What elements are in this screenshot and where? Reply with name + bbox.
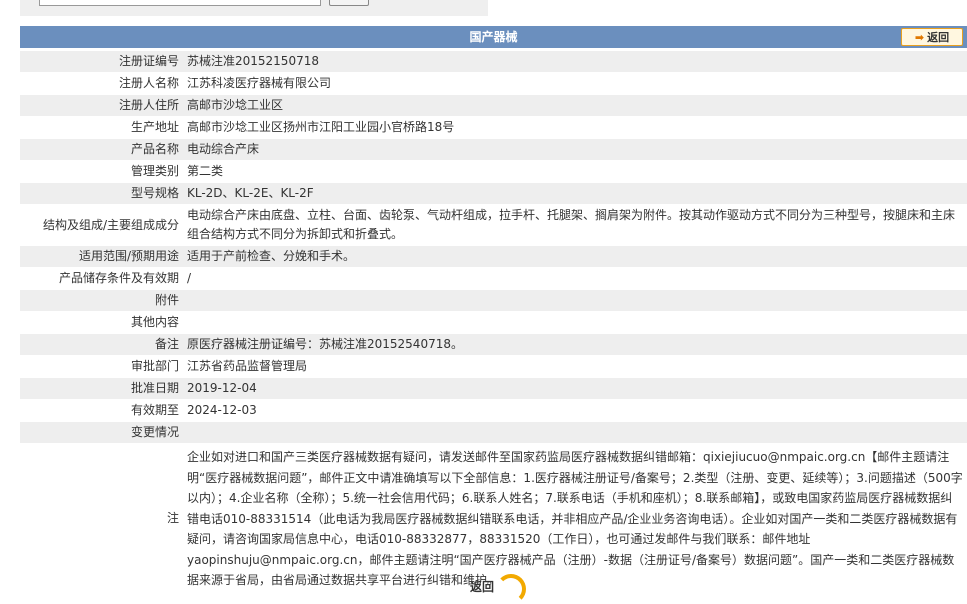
- field-value: [183, 422, 967, 443]
- back-button[interactable]: ➡ 返回: [901, 28, 963, 46]
- field-label: 生产地址: [20, 117, 183, 138]
- field-value: 2019-12-04: [183, 378, 967, 399]
- search-bar: [20, 0, 488, 16]
- table-row: 注册证编号 苏械注准20152150718: [20, 51, 967, 72]
- table-row: 其他内容: [20, 312, 967, 333]
- notes-text: 企业如对进口和国产三类医疗器械数据有疑问，请发送邮件至国家药监局医疗器械数据纠错…: [183, 444, 967, 594]
- bottom-back-label: 返回: [470, 580, 495, 594]
- table-row: 备注 原医疗器械注册证编号：苏械注准20152540718。: [20, 334, 967, 355]
- back-button-label: 返回: [927, 31, 950, 44]
- table-row: 变更情况: [20, 422, 967, 443]
- table-row: 审批部门 江苏省药品监督管理局: [20, 356, 967, 377]
- field-value: /: [183, 268, 967, 289]
- query-button[interactable]: [329, 0, 369, 6]
- field-label: 注册人名称: [20, 73, 183, 94]
- table-row: 注册人住所 高邮市沙埝工业区: [20, 95, 967, 116]
- field-value: 原医疗器械注册证编号：苏械注准20152540718。: [183, 334, 967, 355]
- table-row: 型号规格 KL-2D、KL-2E、KL-2F: [20, 183, 967, 204]
- field-value: [183, 290, 967, 311]
- field-value: 第二类: [183, 161, 967, 182]
- field-label: 有效期至: [20, 400, 183, 421]
- table-row: 附件: [20, 290, 967, 311]
- field-label: 型号规格: [20, 183, 183, 204]
- field-value: 电动综合产床: [183, 139, 967, 160]
- field-value: 高邮市沙埝工业区扬州市江阳工业园小官桥路18号: [183, 117, 967, 138]
- loading-ring-icon: [496, 574, 526, 604]
- table-row: 产品储存条件及有效期 /: [20, 268, 967, 289]
- field-value: 适用于产前检查、分娩和手术。: [183, 246, 967, 267]
- section-title: 国产器械: [469, 30, 518, 44]
- table-row: 批准日期 2019-12-04: [20, 378, 967, 399]
- field-value: 苏械注准20152150718: [183, 51, 967, 72]
- field-value: 高邮市沙埝工业区: [183, 95, 967, 116]
- table-row-notes: 注企业如对进口和国产三类医疗器械数据有疑问，请发送邮件至国家药监局医疗器械数据纠…: [20, 444, 967, 594]
- field-label: 附件: [20, 290, 183, 311]
- search-input[interactable]: [39, 0, 321, 6]
- field-value: 江苏科凌医疗器械有限公司: [183, 73, 967, 94]
- field-label: 注册证编号: [20, 51, 183, 72]
- field-label: 产品储存条件及有效期: [20, 268, 183, 289]
- notes-label: 注: [20, 444, 183, 594]
- field-label: 变更情况: [20, 422, 183, 443]
- field-label: 产品名称: [20, 139, 183, 160]
- table-row: 有效期至 2024-12-03: [20, 400, 967, 421]
- field-label: 结构及组成/主要组成成分: [20, 205, 183, 245]
- field-value: [183, 312, 967, 333]
- field-value: 江苏省药品监督管理局: [183, 356, 967, 377]
- field-label: 其他内容: [20, 312, 183, 333]
- section-header: 国产器械 ➡ 返回: [20, 26, 967, 48]
- field-label: 注册人住所: [20, 95, 183, 116]
- field-value: 电动综合产床由底盘、立柱、台面、齿轮泵、气动杆组成，拉手杆、托腿架、搁肩架为附件…: [183, 205, 967, 245]
- field-label: 备注: [20, 334, 183, 355]
- table-row: 结构及组成/主要组成成分 电动综合产床由底盘、立柱、台面、齿轮泵、气动杆组成，拉手…: [20, 205, 967, 245]
- table-row: 管理类别 第二类: [20, 161, 967, 182]
- bottom-back-button[interactable]: 返回: [470, 574, 526, 604]
- field-value: KL-2D、KL-2E、KL-2F: [183, 183, 967, 204]
- detail-table: 注册证编号 苏械注准20152150718 注册人名称 江苏科凌医疗器械有限公司 注册人…: [20, 50, 967, 595]
- field-label: 适用范围/预期用途: [20, 246, 183, 267]
- table-row: 生产地址 高邮市沙埝工业区扬州市江阳工业园小官桥路18号: [20, 117, 967, 138]
- field-value: 2024-12-03: [183, 400, 967, 421]
- table-row: 注册人名称 江苏科凌医疗器械有限公司: [20, 73, 967, 94]
- table-row: 产品名称 电动综合产床: [20, 139, 967, 160]
- field-label: 批准日期: [20, 378, 183, 399]
- arrow-right-icon: ➡: [914, 30, 925, 44]
- table-row: 适用范围/预期用途 适用于产前检查、分娩和手术。: [20, 246, 967, 267]
- field-label: 管理类别: [20, 161, 183, 182]
- field-label: 审批部门: [20, 356, 183, 377]
